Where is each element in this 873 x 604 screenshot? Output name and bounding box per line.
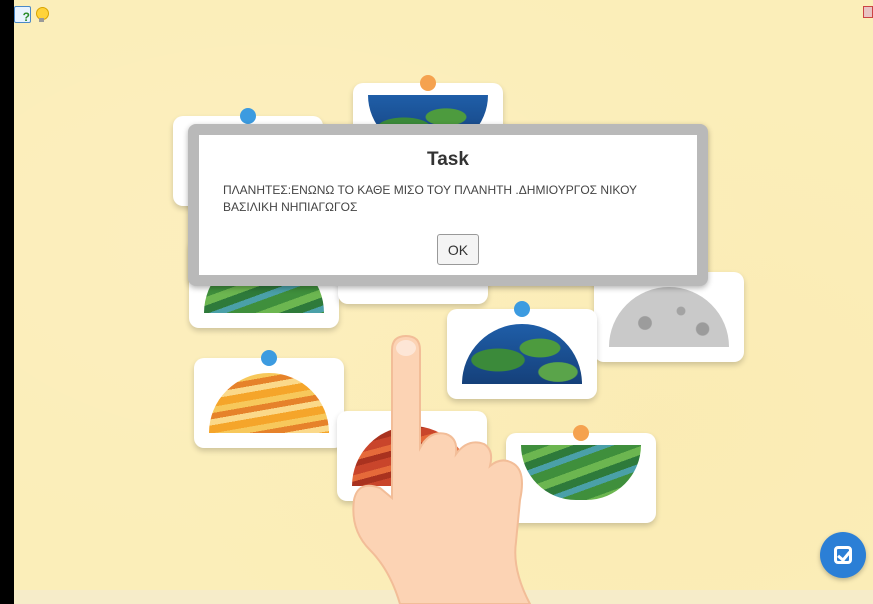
pin-blue — [514, 301, 530, 317]
card-jupiter-top[interactable] — [194, 350, 344, 448]
pin-orange — [420, 75, 436, 91]
task-dialog: Task ΠΛΑΝΗΤΕΣ:ΕΝΩΝΩ ΤΟ ΚΑΘΕ ΜΙΣΟ ΤΟΥ ΠΛΑ… — [188, 124, 708, 286]
pin-blue — [261, 350, 277, 366]
jupiter-top-half — [209, 373, 329, 433]
tutorial-hand-icon — [352, 334, 532, 604]
help-icon[interactable] — [14, 6, 31, 24]
hint-bulb-icon[interactable] — [33, 6, 50, 23]
task-dialog-body: Task ΠΛΑΝΗΤΕΣ:ΕΝΩΝΩ ΤΟ ΚΑΘΕ ΜΙΣΟ ΤΟΥ ΠΛΑ… — [199, 135, 697, 275]
dialog-message: ΠΛΑΝΗΤΕΣ:ΕΝΩΝΩ ΤΟ ΚΑΘΕ ΜΙΣΟ ΤΟΥ ΠΛΑΝΗΤΗ … — [223, 183, 637, 214]
top-toolbar — [14, 6, 50, 24]
pin-blue — [240, 108, 256, 124]
moon-top-half — [609, 287, 729, 347]
dialog-title: Task — [427, 149, 469, 170]
ok-button[interactable]: OK — [437, 234, 479, 265]
check-icon — [834, 546, 852, 564]
pin-orange — [573, 425, 589, 441]
fullscreen-icon[interactable] — [863, 6, 873, 18]
check-answer-button[interactable] — [820, 532, 866, 578]
